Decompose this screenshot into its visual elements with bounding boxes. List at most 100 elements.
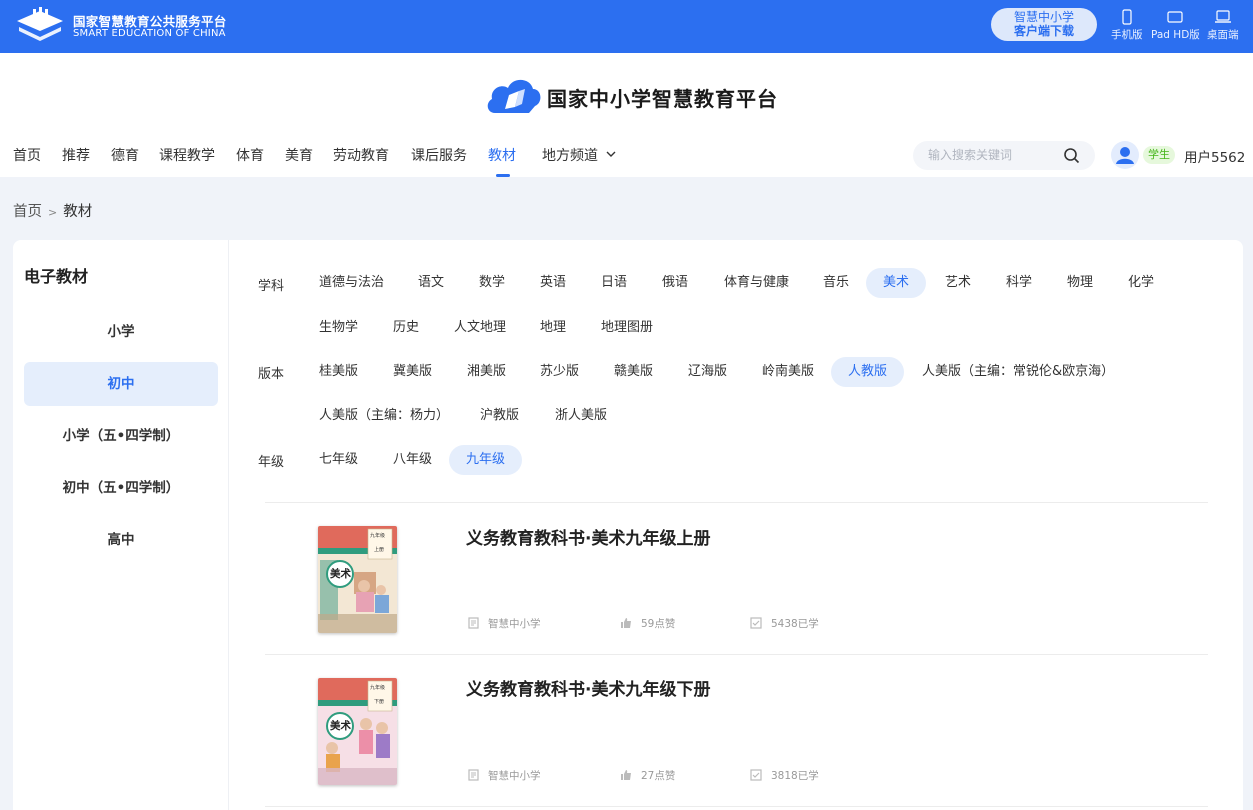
edition-chip[interactable]: 苏少版 (523, 357, 596, 387)
grade-chip[interactable]: 八年级 (376, 445, 449, 475)
cloud-book-logo[interactable] (485, 73, 543, 119)
search-input[interactable] (928, 146, 1063, 164)
book-publisher: 智慧中小学 (468, 616, 541, 631)
nav-textbooks[interactable]: 教材 (488, 145, 516, 165)
subject-chip[interactable]: 体育与健康 (707, 268, 806, 298)
likes-text: 27点赞 (641, 770, 676, 782)
book-cover[interactable]: 美术 九年级 下册 (318, 678, 397, 785)
book-learners: 5438已学 (750, 616, 819, 631)
learned-icon (750, 769, 762, 781)
nav-recommend[interactable]: 推荐 (62, 145, 90, 165)
role-badge: 学生 (1143, 146, 1175, 164)
client-download-button[interactable]: 智慧中小学 客户端下载 (991, 8, 1097, 41)
subject-chip[interactable]: 历史 (376, 313, 436, 343)
divider (265, 502, 1208, 503)
learners-text: 3818已学 (771, 770, 819, 782)
breadcrumb-home[interactable]: 首页 (13, 204, 42, 220)
book-cover-volume: 上册 (374, 547, 385, 553)
breadcrumb-separator: > (48, 206, 58, 219)
nav-courses[interactable]: 课程教学 (159, 145, 215, 165)
subject-chip[interactable]: 日语 (584, 268, 644, 298)
thumbs-up-icon (621, 618, 631, 628)
nav-home[interactable]: 首页 (13, 145, 41, 165)
subject-label: 学科 (258, 279, 285, 294)
site-header: 国家中小学智慧教育平台 首页 推荐 德育 课程教学 体育 美育 劳动教育 课后服… (0, 53, 1253, 177)
nav-active-indicator (496, 174, 510, 177)
nav-labor[interactable]: 劳动教育 (333, 145, 389, 165)
sidebar-item-primary-54[interactable]: 小学（五•四学制） (24, 414, 218, 458)
edition-chip[interactable]: 赣美版 (597, 357, 670, 387)
subject-chip[interactable]: 人文地理 (437, 313, 523, 343)
edition-chip[interactable]: 冀美版 (376, 357, 449, 387)
learned-icon (750, 617, 762, 629)
sidebar-item-senior[interactable]: 高中 (24, 518, 218, 562)
book-learners: 3818已学 (750, 768, 819, 783)
avatar[interactable] (1111, 141, 1139, 169)
subject-chip-active[interactable]: 美术 (866, 268, 927, 298)
device-phone[interactable]: 手机版 (1111, 9, 1143, 42)
subject-chip[interactable]: 地理图册 (584, 313, 670, 343)
edition-chip[interactable]: 沪教版 (463, 401, 536, 431)
chevron-down-icon (606, 151, 616, 157)
book-cover-volume: 下册 (374, 699, 385, 705)
search-box (913, 141, 1095, 170)
smart-education-logo[interactable] (13, 7, 67, 43)
phone-icon (1122, 9, 1132, 25)
user-icon (1116, 147, 1134, 164)
sidebar-title: 电子教材 (24, 267, 89, 286)
document-icon (468, 617, 479, 629)
device-desktop[interactable]: 桌面端 (1207, 9, 1239, 42)
subject-chip[interactable]: 数学 (462, 268, 522, 298)
subject-chip[interactable]: 艺术 (928, 268, 988, 298)
book-cover-grade: 九年级 (370, 685, 386, 691)
laptop-icon (1214, 10, 1231, 23)
nav-afterschool[interactable]: 课后服务 (411, 145, 467, 165)
likes-text: 59点赞 (641, 618, 676, 630)
subject-chip[interactable]: 科学 (989, 268, 1049, 298)
edition-chip[interactable]: 辽海版 (671, 357, 744, 387)
sidebar-item-primary[interactable]: 小学 (24, 310, 218, 354)
divider (265, 654, 1208, 655)
breadcrumb-current: 教材 (63, 204, 93, 220)
divider (265, 806, 1208, 807)
publisher-text: 智慧中小学 (488, 770, 541, 782)
search-icon[interactable] (1063, 147, 1080, 164)
edition-chip[interactable]: 湘美版 (450, 357, 523, 387)
edition-chip-active[interactable]: 人教版 (831, 357, 905, 387)
brand-title[interactable]: 国家中小学智慧教育平台 (547, 83, 778, 112)
grade-chip[interactable]: 七年级 (302, 445, 375, 475)
book-title[interactable]: 义务教育教科书·美术九年级下册 (466, 675, 710, 700)
subject-chip[interactable]: 俄语 (645, 268, 705, 298)
platform-subtitle: SMART EDUCATION OF CHINA (73, 28, 226, 39)
subject-chip[interactable]: 地理 (523, 313, 583, 343)
book-likes[interactable]: 27点赞 (620, 768, 675, 783)
grade-chip-active[interactable]: 九年级 (449, 445, 523, 475)
sidebar: 电子教材 小学 初中 小学（五•四学制） 初中（五•四学制） 高中 (13, 240, 229, 810)
subject-chip[interactable]: 音乐 (806, 268, 866, 298)
device-tablet[interactable]: Pad HD版 (1151, 9, 1200, 42)
subject-chip[interactable]: 语文 (401, 268, 461, 298)
sidebar-item-junior-54[interactable]: 初中（五•四学制） (24, 466, 218, 510)
edition-chip[interactable]: 浙人美版 (538, 401, 624, 431)
publisher-text: 智慧中小学 (488, 618, 541, 630)
nav-local[interactable]: 地方频道 (542, 145, 616, 165)
edition-chip[interactable]: 岭南美版 (745, 357, 831, 387)
book-cover[interactable]: 美术 九年级 上册 (318, 526, 397, 633)
nav-aesthetic[interactable]: 美育 (285, 145, 313, 165)
username[interactable]: 用户5562 (1184, 146, 1245, 166)
subject-chip[interactable]: 生物学 (302, 313, 375, 343)
device-label: 桌面端 (1207, 29, 1239, 41)
subject-chip[interactable]: 化学 (1111, 268, 1171, 298)
subject-chip[interactable]: 道德与法治 (302, 268, 401, 298)
book-likes[interactable]: 59点赞 (620, 616, 675, 631)
edition-chip[interactable]: 人美版（主编：杨力） (302, 401, 466, 431)
book-title[interactable]: 义务教育教科书·美术九年级上册 (466, 524, 710, 549)
nav-sports[interactable]: 体育 (236, 145, 264, 165)
book-cover-subject: 美术 (330, 720, 351, 732)
edition-chip[interactable]: 桂美版 (302, 357, 375, 387)
sidebar-item-junior[interactable]: 初中 (24, 362, 218, 406)
nav-moral[interactable]: 德育 (111, 145, 139, 165)
edition-chip[interactable]: 人美版（主编：常锐伦&欧京海） (905, 357, 1131, 387)
subject-chip[interactable]: 物理 (1050, 268, 1110, 298)
subject-chip[interactable]: 英语 (523, 268, 583, 298)
